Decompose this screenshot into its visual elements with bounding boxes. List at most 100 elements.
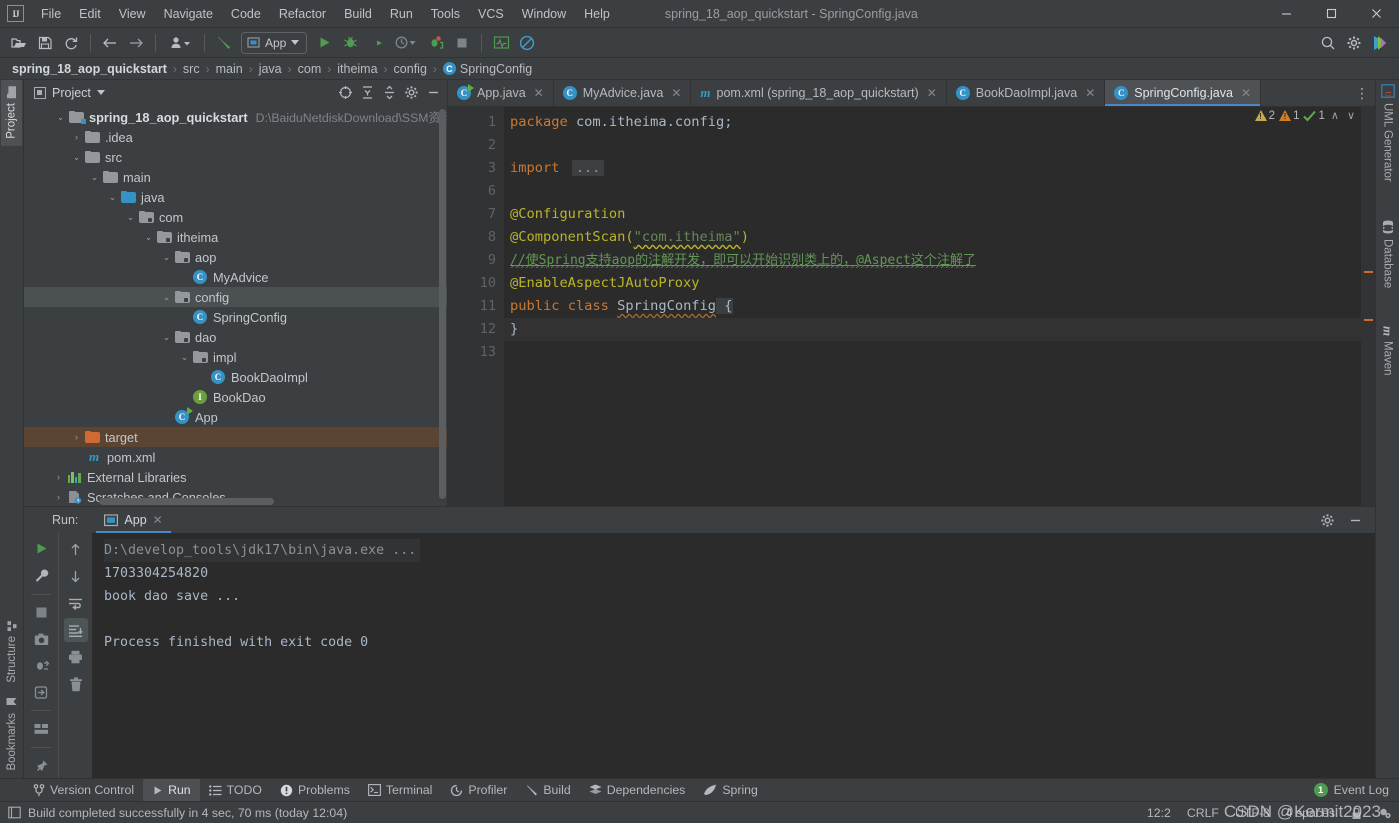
editor-tab-pom-xml[interactable]: m pom.xml (spring_18_aop_quickstart) ✕ [691,80,947,106]
tree-row-springconfig[interactable]: C SpringConfig [24,307,447,327]
bottom-tab-terminal[interactable]: Terminal [359,779,441,801]
sync-refresh-icon[interactable] [59,31,83,55]
close-icon[interactable]: ✕ [1241,86,1251,100]
tree-row-app[interactable]: C App [24,407,447,427]
file-encoding[interactable]: UTF-8 [1235,806,1270,820]
bottom-tab-spring[interactable]: Spring [694,779,767,801]
tree-row-aop[interactable]: ⌄ aop [24,247,447,267]
run-settings-gear-icon[interactable] [1315,508,1339,532]
chevron-down-icon[interactable]: ⌄ [88,171,101,184]
menu-code[interactable]: Code [222,4,270,24]
menu-refactor[interactable]: Refactor [270,4,335,24]
breadcrumb-item-project[interactable]: spring_18_aop_quickstart [12,62,167,76]
kebab-menu-icon[interactable]: ⋮ [1355,86,1369,100]
search-everywhere-icon[interactable] [1316,31,1340,55]
chevron-down-icon[interactable]: ⌄ [160,291,173,304]
breadcrumb-item-main[interactable]: main [216,62,243,76]
sidebar-tab-structure[interactable]: Structure [2,613,22,690]
breadcrumb-item-config[interactable]: config [394,62,427,76]
tree-row-main[interactable]: ⌄ main [24,167,447,187]
bottom-tab-problems[interactable]: Problems [271,779,359,801]
tree-row-bookdaoimpl[interactable]: C BookDaoImpl [24,367,447,387]
menu-edit[interactable]: Edit [70,4,110,24]
bottom-tab-run[interactable]: Run [143,779,200,801]
editor-tab-springconfig-java[interactable]: C SpringConfig.java ✕ [1105,80,1261,106]
menu-file[interactable]: File [32,4,70,24]
pin-tab-icon[interactable] [29,754,53,778]
bottom-tab-dependencies[interactable]: Dependencies [580,779,695,801]
maximize-button[interactable] [1309,0,1354,27]
up-arrow-icon[interactable] [64,537,88,561]
project-tree[interactable]: ⌄ spring_18_aop_quickstart D:\BaiduNetdi… [24,105,447,506]
save-all-icon[interactable] [33,31,57,55]
chevron-down-icon[interactable]: ⌄ [54,111,67,124]
inspections-gear-icon[interactable] [1378,806,1391,819]
next-problem-chevron-down-icon[interactable]: ∨ [1345,109,1357,122]
menu-run[interactable]: Run [381,4,422,24]
event-log-group[interactable]: 1 Event Log [1313,783,1399,797]
breadcrumb-item-src[interactable]: src [183,62,200,76]
tree-row-itheima[interactable]: ⌄ itheima [24,227,447,247]
close-button[interactable] [1354,0,1399,27]
minimize-button[interactable] [1264,0,1309,27]
collapse-all-icon[interactable] [379,83,399,103]
bottom-tab-profiler[interactable]: Profiler [441,779,516,801]
tree-row-impl[interactable]: ⌄ impl [24,347,447,367]
tree-vertical-scrollbar[interactable] [439,109,446,499]
tree-row-java[interactable]: ⌄ java [24,187,447,207]
editor-tab-bookdaoimpl-java[interactable]: C BookDaoImpl.java ✕ [947,80,1106,106]
editor-marker-stripe[interactable] [1361,107,1375,506]
stop-icon[interactable] [450,31,474,55]
export-icon[interactable] [29,681,53,705]
tree-row-com[interactable]: ⌄ com [24,207,447,227]
scroll-to-end-icon[interactable] [63,618,88,642]
tree-horizontal-scrollbar[interactable] [99,498,274,505]
chevron-down-icon[interactable]: ⌄ [160,331,173,344]
editor-tab-app-java[interactable]: C App.java ✕ [448,80,554,106]
debug-icon[interactable] [338,31,362,55]
editor-gutter[interactable]: 1 2 3 6 7 8 9 10 11 12 13 [448,107,504,506]
open-folder-icon[interactable] [7,31,31,55]
close-icon[interactable]: ✕ [153,513,163,527]
chevron-right-icon[interactable]: › [70,131,83,144]
code-area[interactable]: package com.itheima.config; import ... @… [504,107,1361,506]
tree-row-target[interactable]: › target [24,427,447,447]
chevron-down-icon[interactable]: ⌄ [178,351,191,364]
dump-threads-icon[interactable] [29,654,53,678]
run-with-coverage-icon[interactable] [364,31,388,55]
run-console-output[interactable]: D:\develop_tools\jdk17\bin\java.exe ... … [92,533,1375,778]
menu-tools[interactable]: Tools [422,4,469,24]
bottom-tab-todo[interactable]: TODO [200,779,271,801]
caret-position[interactable]: 12:2 [1147,806,1171,820]
breadcrumb-item-com[interactable]: com [298,62,322,76]
run-configuration-selector[interactable]: App [241,31,308,54]
prev-problem-chevron-up-icon[interactable]: ∧ [1329,109,1341,122]
menu-help[interactable]: Help [575,4,619,24]
chevron-down-icon[interactable]: ⌄ [142,231,155,244]
back-arrow-icon[interactable] [98,31,122,55]
chevron-right-icon[interactable]: › [52,471,65,484]
forward-arrow-icon[interactable] [124,31,148,55]
tree-row-src[interactable]: ⌄ src [24,147,447,167]
chevron-down-icon[interactable]: ⌄ [124,211,137,224]
close-icon[interactable]: ✕ [1085,86,1095,100]
hide-panel-icon[interactable] [423,83,443,103]
tree-row-pomxml[interactable]: m pom.xml [24,447,447,467]
sidebar-tab-bookmarks[interactable]: Bookmarks [2,689,22,778]
no-access-icon[interactable] [515,31,539,55]
run-icon[interactable] [312,31,336,55]
clear-all-trash-icon[interactable] [64,672,88,696]
bottom-tab-build[interactable]: Build [516,779,579,801]
activity-monitor-icon[interactable] [489,31,513,55]
breadcrumb-item-java[interactable]: java [259,62,282,76]
profile-run-icon[interactable] [390,31,422,55]
edit-configuration-wrench-icon[interactable] [29,564,53,588]
run-tab-app[interactable]: App ✕ [96,508,172,533]
checks-ok-count[interactable]: 1 [1303,110,1325,122]
breadcrumb-item-itheima[interactable]: itheima [337,62,377,76]
attach-debugger-icon[interactable] [424,31,448,55]
menu-build[interactable]: Build [335,4,381,24]
stop-process-icon[interactable] [29,600,53,624]
warnings-count[interactable]: 2 [1254,110,1275,122]
ide-services-icon[interactable] [1368,31,1392,55]
